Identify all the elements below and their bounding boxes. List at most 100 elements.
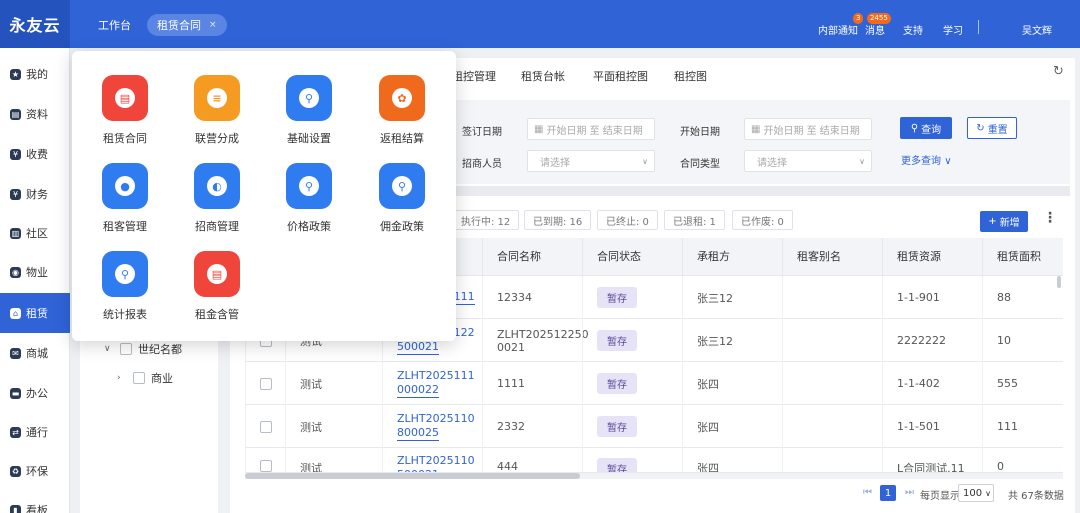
sidebar-item-eco[interactable]: ♻ 环保 [0,453,70,489]
start-date-range[interactable]: ▦ 开始日期 至 结束日期 [744,118,872,140]
tab-lease-contract[interactable]: 租赁合同 × [147,14,227,36]
merchant-select[interactable]: 请选择 ∨ [527,150,655,172]
row-type: 测试 [285,405,382,448]
sidebar-item-lease[interactable]: ⌂ 租赁 [0,293,70,333]
app-statistics-report[interactable]: ⚲ 统计报表 [85,251,165,322]
briefcase-icon: ▬ [10,387,21,399]
user-name[interactable]: 吴文辉 [1022,22,1052,37]
table-row[interactable]: 测试 ZLHT2025110 800025 2332 暂存 张四 1-1-501 … [245,405,1063,448]
query-button[interactable]: ⚲ 查询 [900,117,952,139]
status-chip-withdrawn[interactable]: 已退租: 1 [664,210,725,230]
subnav-control-map[interactable]: 租控图 [674,68,707,84]
select-placeholder: 请选择 [540,157,570,169]
brand-logo[interactable]: 永友云 [0,0,70,48]
tree-checkbox[interactable] [120,343,132,355]
building-icon: ▥ [10,227,21,239]
refresh-icon[interactable]: ↻ [1053,64,1064,79]
sidebar-item-finance[interactable]: ¥ 财务 [0,176,70,212]
subnav-lease-ledger[interactable]: 租赁台帐 [521,68,565,84]
column-header-lease-area[interactable]: 租赁面积 [982,238,1063,276]
row-area: 10 [982,319,1063,362]
row-checkbox[interactable] [260,460,272,472]
column-header-contract-name[interactable]: 合同名称 [482,238,582,276]
sidebar-item-mall[interactable]: ✉ 商城 [0,335,70,371]
scrollbar-thumb[interactable] [245,473,580,479]
sidebar-item-mine[interactable]: ★ 我的 [0,56,70,92]
tree-node-commercial[interactable]: › 商业 [117,370,173,386]
sidebar-item-property[interactable]: ◉ 物业 [0,254,70,290]
sidebar-item-access[interactable]: ⇄ 通行 [0,414,70,450]
contract-code-link-line2[interactable]: 500021 [397,340,439,355]
more-options-icon[interactable]: ⋮ [1043,210,1057,226]
app-tenant-management[interactable]: ● 租客管理 [85,163,165,234]
per-page-select[interactable]: 100 ∨ [958,484,994,502]
internal-notice-link[interactable]: 内部通知 [818,22,858,37]
tree-checkbox[interactable] [133,372,145,384]
column-header-tenant[interactable]: 承租方 [682,238,782,276]
contract-icon: ▤ [194,251,240,297]
calendar-icon: ▦ [534,123,544,135]
chevron-down-icon[interactable]: ∨ [104,344,114,354]
app-basic-settings[interactable]: ⚲ 基础设置 [269,75,349,146]
table-row[interactable]: 测试 ZLHT2025111 000022 1111 暂存 张四 1-1-402 … [245,362,1063,405]
more-query-link[interactable]: 更多查询 ∨ [901,152,952,167]
sign-date-range[interactable]: ▦ 开始日期 至 结束日期 [527,118,655,140]
page-number-current[interactable]: 1 [880,485,896,501]
row-status-cell: 暂存 [582,319,682,362]
row-status-cell: 暂存 [582,362,682,405]
row-checkbox[interactable] [260,420,272,433]
app-merchant-management[interactable]: ◐ 招商管理 [177,163,257,234]
status-badge: 暂存 [597,330,637,351]
status-chip-expired[interactable]: 已到期: 16 [524,210,592,230]
chevron-right-icon[interactable]: › [117,373,127,383]
horizontal-scrollbar[interactable] [245,473,1063,479]
row-alias [782,362,882,405]
contract-code-link[interactable]: ZLHT2025110 [397,454,475,468]
workbench-tab[interactable]: 工作台 [98,17,131,33]
row-resource: 2222222 [882,319,982,362]
table-row[interactable]: 测试 ZLHT2025110500021 444 暂存 张四 L合同测试.11 … [245,448,1063,473]
app-joint-share[interactable]: ≡ 联营分成 [177,75,257,146]
app-commission-policy[interactable]: ⚲ 佣金政策 [362,163,442,234]
vertical-scrollbar-thumb[interactable] [1057,276,1061,288]
app-label: 统计报表 [103,308,147,321]
contract-type-label: 合同类型 [680,159,720,170]
contract-code-link-line2[interactable]: 000022 [397,383,439,398]
reset-button[interactable]: ↻ 重置 [967,117,1017,139]
add-button[interactable]: + 新增 [980,211,1028,232]
sidebar-item-board[interactable]: ▮ 看板 [0,492,70,513]
row-area: 88 [982,276,1063,319]
row-contract-name: ZLHT202512250 [497,327,589,341]
row-alias [782,405,882,448]
status-chip-active[interactable]: 执行中: 12 [452,210,520,230]
app-rent-management[interactable]: ▤ 租金含管 [177,251,257,322]
status-chip-voided[interactable]: 已作废: 0 [732,210,793,230]
column-header-tenant-alias[interactable]: 租客别名 [782,238,882,276]
status-chip-terminated[interactable]: 已终止: 0 [597,210,658,230]
tree-node-shiji[interactable]: ∨ 世纪名都 [104,341,182,357]
app-label: 租赁合同 [103,132,147,145]
sidebar-item-community[interactable]: ▥ 社区 [0,215,70,251]
sidebar-item-charge[interactable]: ¥ 收费 [0,136,70,172]
app-lease-contract[interactable]: ▤ 租赁合同 [85,75,165,146]
row-checkbox[interactable] [260,377,272,390]
app-leaseback-settlement[interactable]: ✿ 返租结算 [362,75,442,146]
subnav-floor-plan[interactable]: 平面租控图 [593,68,648,84]
subnav-lease-control[interactable]: 租控管理 [452,68,496,84]
support-link[interactable]: 支持 [903,22,923,37]
sidebar-item-office[interactable]: ▬ 办公 [0,375,70,411]
last-page-icon[interactable]: ⏭ [905,487,914,498]
row-resource: 1-1-501 [882,405,982,448]
sidebar-item-data[interactable]: ▤ 资料 [0,96,70,132]
column-header-lease-resource[interactable]: 租赁资源 [882,238,982,276]
contract-type-select[interactable]: 请选择 ∨ [744,150,872,172]
learn-link[interactable]: 学习 [943,22,963,37]
contract-code-link-line2[interactable]: 800025 [397,426,439,441]
app-price-policy[interactable]: ⚲ 价格政策 [269,163,349,234]
close-icon[interactable]: × [209,20,217,30]
message-link[interactable]: 消息 [865,22,885,37]
contract-code-link[interactable]: ZLHT2025111 [397,369,475,383]
column-header-contract-status[interactable]: 合同状态 [582,238,682,276]
first-page-icon[interactable]: ⏮ [863,487,872,498]
contract-code-link[interactable]: ZLHT2025110 [397,412,475,426]
